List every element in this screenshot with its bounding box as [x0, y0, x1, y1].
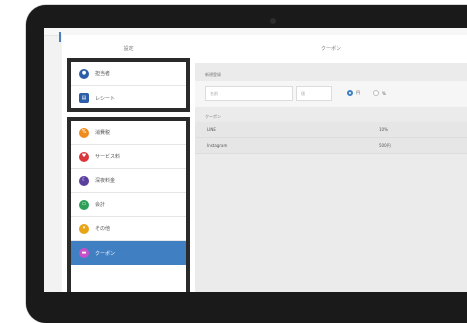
settings-title: 設定 — [123, 46, 134, 52]
new-coupon-form: 名前 値 円 % — [195, 81, 467, 107]
person-icon: ● — [79, 68, 89, 79]
menu-group-inner: ● 担当者 ▤ レシート — [71, 62, 186, 108]
menu-item-label: 担当者 — [95, 71, 111, 77]
heart-icon: ♥ — [79, 151, 89, 162]
menu-group-billing: % 消費税 ♥ サービス料 ☾ 深夜料金 ▭ 会計 ▾ その他 ▬ クーポン — [67, 117, 190, 292]
new-coupon-label: 新規登録 — [205, 72, 221, 77]
coupon-list-label: クーポン — [205, 114, 221, 119]
menu-item-service-charge[interactable]: ♥ サービス料 — [71, 145, 186, 169]
settings-panel: 設定 ● 担当者 ▤ レシート % 消費税 ♥ サービス料 ☾ 深夜料金 ▭ 会… — [62, 35, 195, 292]
menu-item-late-night[interactable]: ☾ 深夜料金 — [71, 169, 186, 193]
menu-item-staff[interactable]: ● 担当者 — [71, 62, 186, 86]
edge-indicator — [59, 32, 61, 42]
menu-group-inner: % 消費税 ♥ サービス料 ☾ 深夜料金 ▭ 会計 ▾ その他 ▬ クーポン — [71, 121, 186, 292]
menu-item-receipt[interactable]: ▤ レシート — [71, 86, 186, 110]
card-icon: ▭ — [79, 199, 89, 210]
menu-item-label: クーポン — [95, 250, 116, 257]
menu-item-label: 深夜料金 — [95, 178, 116, 184]
table-row[interactable]: LINE 10% — [195, 122, 467, 138]
coupon-panel: クーポン 新規登録 名前 値 円 % クーポン LINE 10% Instagr… — [195, 35, 467, 292]
menu-item-other[interactable]: ▾ その他 — [71, 217, 186, 241]
coupon-value: 10% — [379, 127, 388, 132]
coupon-value: 500円 — [379, 143, 391, 148]
tag-icon: ▾ — [79, 223, 89, 234]
coupon-value-input[interactable]: 値 — [296, 86, 332, 101]
receipt-icon: ▤ — [79, 93, 89, 103]
menu-item-checkout[interactable]: ▭ 会計 — [71, 193, 186, 217]
coupon-name-input[interactable]: 名前 — [205, 86, 293, 101]
coupon-icon: ▬ — [79, 248, 89, 258]
menu-item-tax[interactable]: % 消費税 — [71, 121, 186, 145]
unit-yen-label: 円 — [356, 90, 360, 95]
unit-percent-label: % — [382, 90, 386, 96]
camera-icon — [270, 18, 276, 24]
menu-item-coupon[interactable]: ▬ クーポン — [71, 241, 186, 265]
radio-dot — [373, 90, 379, 96]
menu-item-label: レシート — [95, 95, 116, 102]
percent-icon: % — [79, 127, 89, 138]
moon-icon: ☾ — [79, 175, 89, 186]
coupon-name: LINE — [207, 127, 216, 132]
menu-item-label: その他 — [95, 226, 111, 232]
unit-yen-radio[interactable]: 円 — [347, 90, 360, 96]
menu-item-label: 消費税 — [95, 130, 111, 136]
page-title: クーポン — [320, 46, 341, 52]
menu-item-label: サービス料 — [95, 154, 121, 160]
radio-dot — [347, 90, 353, 96]
app-screen: 設定 ● 担当者 ▤ レシート % 消費税 ♥ サービス料 ☾ 深夜料金 ▭ 会… — [44, 28, 467, 292]
coupon-header: クーポン — [195, 35, 467, 63]
menu-item-label: 会計 — [95, 202, 106, 208]
table-row[interactable]: Instagram 500円 — [195, 138, 467, 154]
unit-percent-radio[interactable]: % — [373, 90, 386, 96]
menu-group-staff: ● 担当者 ▤ レシート — [67, 58, 190, 112]
coupon-name: Instagram — [207, 143, 228, 148]
